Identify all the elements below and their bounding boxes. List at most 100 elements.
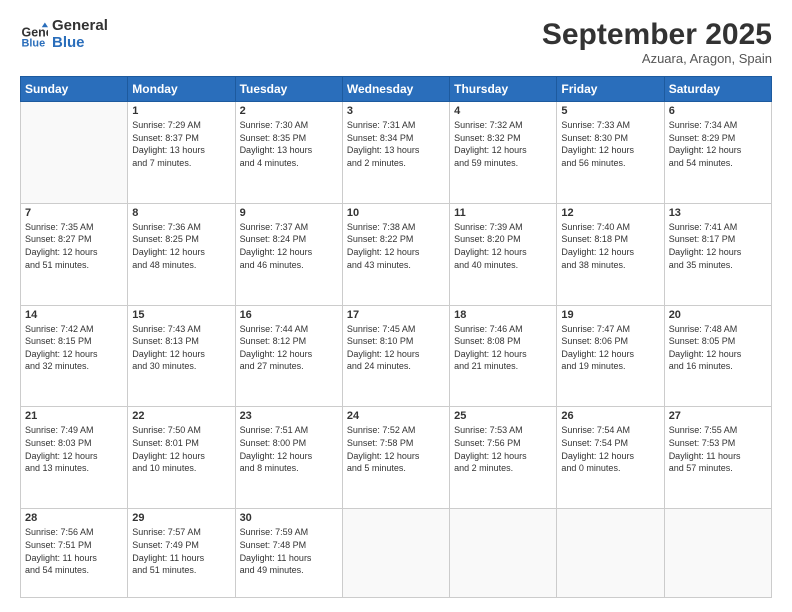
cell-info: Sunrise: 7:48 AMSunset: 8:05 PMDaylight:… [669, 323, 767, 373]
day-number: 13 [669, 207, 767, 219]
calendar-cell: 9 Sunrise: 7:37 AMSunset: 8:24 PMDaylight… [235, 203, 342, 305]
calendar-table: SundayMondayTuesdayWednesdayThursdayFrid… [20, 76, 772, 598]
week-row-4: 21 Sunrise: 7:49 AMSunset: 8:03 PMDayligh… [21, 407, 772, 509]
day-number: 30 [240, 512, 338, 524]
cell-info: Sunrise: 7:37 AMSunset: 8:24 PMDaylight:… [240, 221, 338, 271]
calendar-cell: 1 Sunrise: 7:29 AMSunset: 8:37 PMDaylight… [128, 102, 235, 204]
calendar-cell: 25 Sunrise: 7:53 AMSunset: 7:56 PMDayligh… [450, 407, 557, 509]
logo-icon: General Blue [20, 21, 48, 49]
cell-info: Sunrise: 7:34 AMSunset: 8:29 PMDaylight:… [669, 119, 767, 169]
calendar-cell: 12Sunrise: 7:40 AMSunset: 8:18 PMDayligh… [557, 203, 664, 305]
day-number: 2 [240, 105, 338, 117]
day-number: 4 [454, 105, 552, 117]
cell-info: Sunrise: 7:36 AMSunset: 8:25 PMDaylight:… [132, 221, 230, 271]
col-header-monday: Monday [128, 77, 235, 102]
cell-info: Sunrise: 7:32 AMSunset: 8:32 PMDaylight:… [454, 119, 552, 169]
week-row-1: 1 Sunrise: 7:29 AMSunset: 8:37 PMDaylight… [21, 102, 772, 204]
day-number: 8 [132, 207, 230, 219]
cell-info: Sunrise: 7:52 AMSunset: 7:58 PMDaylight:… [347, 424, 445, 474]
col-header-thursday: Thursday [450, 77, 557, 102]
logo-general: General [52, 18, 108, 35]
cell-info: Sunrise: 7:38 AMSunset: 8:22 PMDaylight:… [347, 221, 445, 271]
calendar-cell: 14 Sunrise: 7:42 AMSunset: 8:15 PMDayligh… [21, 305, 128, 407]
calendar-cell: 2 Sunrise: 7:30 AMSunset: 8:35 PMDaylight… [235, 102, 342, 204]
calendar-cell: 29 Sunrise: 7:57 AMSunset: 7:49 PMDayligh… [128, 509, 235, 598]
day-number: 19 [561, 309, 659, 321]
cell-info: Sunrise: 7:30 AMSunset: 8:35 PMDaylight:… [240, 119, 338, 169]
cell-info: Sunrise: 7:40 AMSunset: 8:18 PMDaylight:… [561, 221, 659, 271]
calendar-cell: 24 Sunrise: 7:52 AMSunset: 7:58 PMDayligh… [342, 407, 449, 509]
calendar-cell: 21 Sunrise: 7:49 AMSunset: 8:03 PMDayligh… [21, 407, 128, 509]
cell-info: Sunrise: 7:43 AMSunset: 8:13 PMDaylight:… [132, 323, 230, 373]
calendar-cell: 4 Sunrise: 7:32 AMSunset: 8:32 PMDaylight… [450, 102, 557, 204]
calendar-cell: 27Sunrise: 7:55 AMSunset: 7:53 PMDayligh… [664, 407, 771, 509]
day-number: 24 [347, 410, 445, 422]
svg-text:Blue: Blue [22, 37, 46, 48]
day-number: 21 [25, 410, 123, 422]
cell-info: Sunrise: 7:57 AMSunset: 7:49 PMDaylight:… [132, 526, 230, 576]
cell-info: Sunrise: 7:41 AMSunset: 8:17 PMDaylight:… [669, 221, 767, 271]
col-header-saturday: Saturday [664, 77, 771, 102]
day-number: 20 [669, 309, 767, 321]
cell-info: Sunrise: 7:50 AMSunset: 8:01 PMDaylight:… [132, 424, 230, 474]
calendar-header-row: SundayMondayTuesdayWednesdayThursdayFrid… [21, 77, 772, 102]
col-header-friday: Friday [557, 77, 664, 102]
cell-info: Sunrise: 7:51 AMSunset: 8:00 PMDaylight:… [240, 424, 338, 474]
col-header-wednesday: Wednesday [342, 77, 449, 102]
calendar-cell: 15 Sunrise: 7:43 AMSunset: 8:13 PMDayligh… [128, 305, 235, 407]
day-number: 14 [25, 309, 123, 321]
day-number: 9 [240, 207, 338, 219]
location: Azuara, Aragon, Spain [542, 51, 772, 66]
calendar-cell: 6 Sunrise: 7:34 AMSunset: 8:29 PMDaylight… [664, 102, 771, 204]
calendar-cell: 30Sunrise: 7:59 AMSunset: 7:48 PMDayligh… [235, 509, 342, 598]
day-number: 1 [132, 105, 230, 117]
cell-info: Sunrise: 7:55 AMSunset: 7:53 PMDaylight:… [669, 424, 767, 474]
day-number: 29 [132, 512, 230, 524]
calendar-cell [557, 509, 664, 598]
cell-info: Sunrise: 7:47 AMSunset: 8:06 PMDaylight:… [561, 323, 659, 373]
day-number: 3 [347, 105, 445, 117]
cell-info: Sunrise: 7:31 AMSunset: 8:34 PMDaylight:… [347, 119, 445, 169]
week-row-2: 7Sunrise: 7:35 AMSunset: 8:27 PMDaylight… [21, 203, 772, 305]
cell-info: Sunrise: 7:54 AMSunset: 7:54 PMDaylight:… [561, 424, 659, 474]
cell-info: Sunrise: 7:39 AMSunset: 8:20 PMDaylight:… [454, 221, 552, 271]
day-number: 11 [454, 207, 552, 219]
title-block: September 2025 Azuara, Aragon, Spain [542, 18, 772, 66]
cell-info: Sunrise: 7:49 AMSunset: 8:03 PMDaylight:… [25, 424, 123, 474]
cell-info: Sunrise: 7:46 AMSunset: 8:08 PMDaylight:… [454, 323, 552, 373]
col-header-sunday: Sunday [21, 77, 128, 102]
cell-info: Sunrise: 7:56 AMSunset: 7:51 PMDaylight:… [25, 526, 123, 576]
calendar-cell: 5Sunrise: 7:33 AMSunset: 8:30 PMDaylight… [557, 102, 664, 204]
logo: General Blue General Blue [20, 18, 108, 51]
calendar-cell: 23Sunrise: 7:51 AMSunset: 8:00 PMDayligh… [235, 407, 342, 509]
day-number: 15 [132, 309, 230, 321]
calendar-cell: 22Sunrise: 7:50 AMSunset: 8:01 PMDayligh… [128, 407, 235, 509]
day-number: 25 [454, 410, 552, 422]
month-title: September 2025 [542, 18, 772, 51]
calendar-cell: 11 Sunrise: 7:39 AMSunset: 8:20 PMDayligh… [450, 203, 557, 305]
calendar-cell [450, 509, 557, 598]
cell-info: Sunrise: 7:53 AMSunset: 7:56 PMDaylight:… [454, 424, 552, 474]
calendar-cell [664, 509, 771, 598]
calendar-cell: 18 Sunrise: 7:46 AMSunset: 8:08 PMDayligh… [450, 305, 557, 407]
calendar-cell: 28 Sunrise: 7:56 AMSunset: 7:51 PMDayligh… [21, 509, 128, 598]
col-header-tuesday: Tuesday [235, 77, 342, 102]
calendar-cell: 7Sunrise: 7:35 AMSunset: 8:27 PMDaylight… [21, 203, 128, 305]
day-number: 28 [25, 512, 123, 524]
day-number: 6 [669, 105, 767, 117]
day-number: 17 [347, 309, 445, 321]
cell-info: Sunrise: 7:42 AMSunset: 8:15 PMDaylight:… [25, 323, 123, 373]
calendar-cell: 19 Sunrise: 7:47 AMSunset: 8:06 PMDayligh… [557, 305, 664, 407]
day-number: 18 [454, 309, 552, 321]
cell-info: Sunrise: 7:29 AMSunset: 8:37 PMDaylight:… [132, 119, 230, 169]
calendar-cell [21, 102, 128, 204]
week-row-3: 14 Sunrise: 7:42 AMSunset: 8:15 PMDayligh… [21, 305, 772, 407]
day-number: 7 [25, 207, 123, 219]
calendar-cell: 17Sunrise: 7:45 AMSunset: 8:10 PMDayligh… [342, 305, 449, 407]
header: General Blue General Blue September 2025… [20, 18, 772, 66]
calendar-cell [342, 509, 449, 598]
cell-info: Sunrise: 7:44 AMSunset: 8:12 PMDaylight:… [240, 323, 338, 373]
calendar-cell: 10Sunrise: 7:38 AMSunset: 8:22 PMDayligh… [342, 203, 449, 305]
week-row-5: 28 Sunrise: 7:56 AMSunset: 7:51 PMDayligh… [21, 509, 772, 598]
day-number: 16 [240, 309, 338, 321]
